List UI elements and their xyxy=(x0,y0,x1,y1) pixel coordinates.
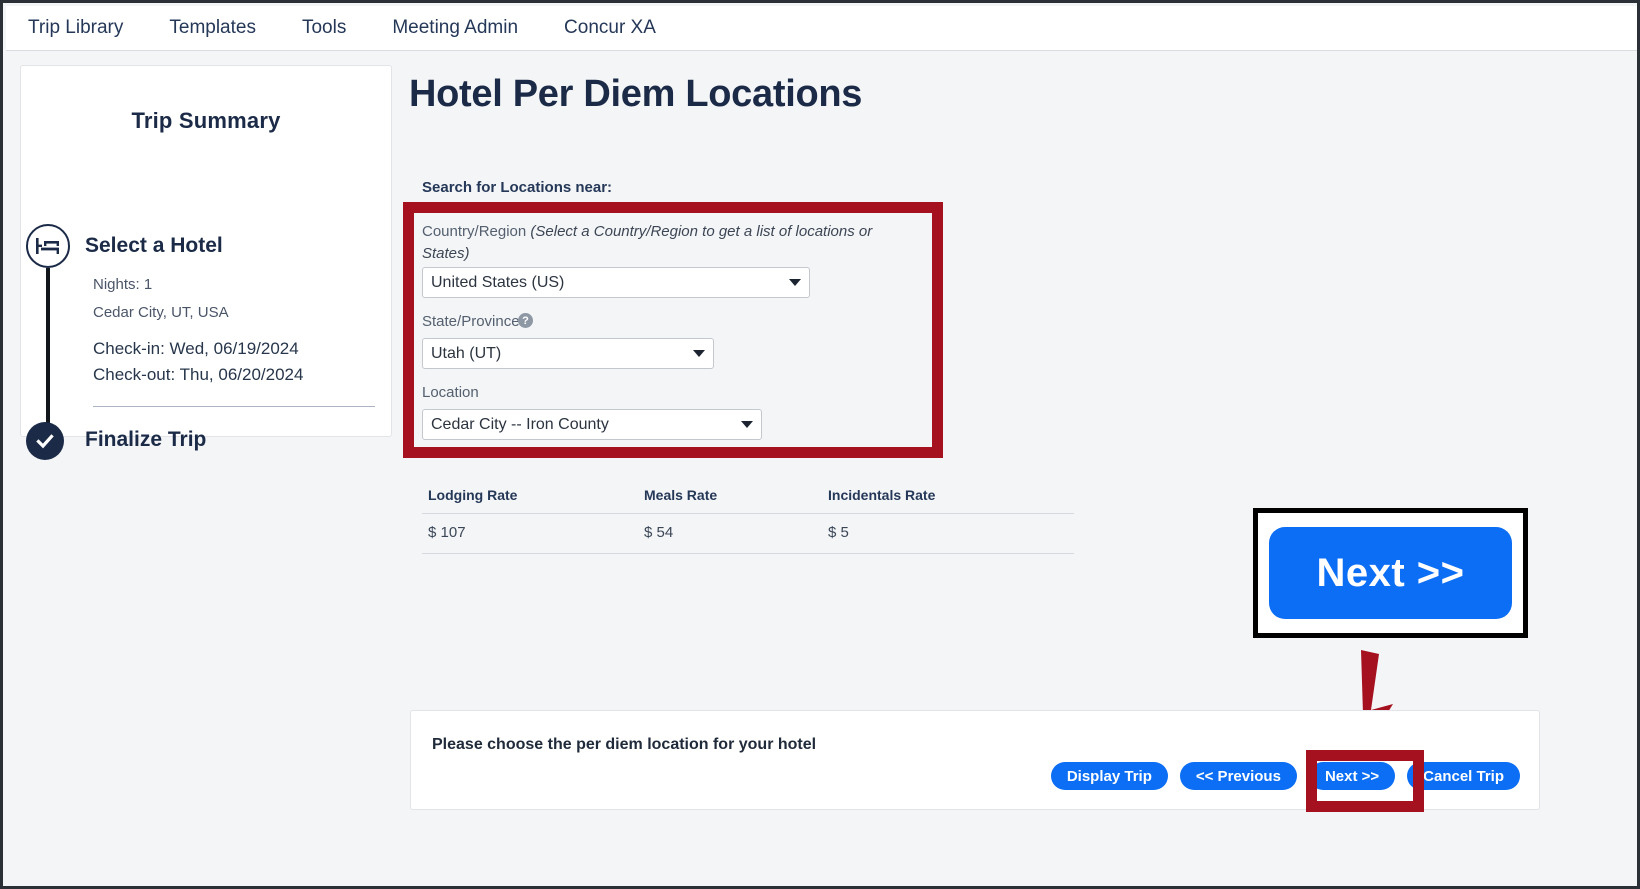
table-row: $ 107 $ 54 $ 5 xyxy=(422,513,1074,554)
nav-item-tools[interactable]: Tools xyxy=(302,17,346,39)
cancel-trip-button[interactable]: Cancel Trip xyxy=(1407,762,1520,790)
action-button-row: Display Trip << Previous Next >> Cancel … xyxy=(1050,762,1520,790)
bottom-action-panel: Please choose the per diem location for … xyxy=(410,710,1540,810)
location-select[interactable]: Cedar City -- Iron County xyxy=(422,409,762,440)
state-province-select[interactable]: Utah (UT) xyxy=(422,338,714,369)
table-header-row: Lodging Rate Meals Rate Incidentals Rate xyxy=(422,481,1074,514)
nav-item-trip-library[interactable]: Trip Library xyxy=(28,17,123,39)
country-region-select[interactable]: United States (US) xyxy=(422,267,810,298)
check-circle-icon xyxy=(26,422,64,460)
per-diem-rates-table: Lodging Rate Meals Rate Incidentals Rate… xyxy=(422,481,1074,554)
column-header-meals-rate: Meals Rate xyxy=(638,481,822,514)
sidebar-divider xyxy=(93,406,375,407)
detail-check-out: Check-out: Thu, 06/20/2024 xyxy=(93,365,304,384)
trip-summary-panel: Trip Summary Select a Hotel Finalize Tri… xyxy=(20,65,392,460)
callout-next-button[interactable]: Next >> xyxy=(1269,527,1512,619)
step-connector-line xyxy=(46,268,50,424)
search-section-label: Search for Locations near: xyxy=(422,179,613,196)
column-header-incidentals-rate: Incidentals Rate xyxy=(822,481,1074,514)
detail-check-in: Check-in: Wed, 06/19/2024 xyxy=(93,339,299,358)
checkmark-glyph xyxy=(36,434,54,449)
trip-summary-title: Trip Summary xyxy=(131,108,281,133)
hotel-bed-icon xyxy=(26,224,70,268)
state-province-label: State/Province xyxy=(422,313,520,330)
detail-nights: Nights: 1 xyxy=(93,276,153,293)
nav-item-templates[interactable]: Templates xyxy=(169,17,256,39)
detail-city: Cedar City, UT, USA xyxy=(93,304,229,321)
country-region-label-text: Country/Region xyxy=(422,223,531,240)
step-label-finalize-trip[interactable]: Finalize Trip xyxy=(85,428,206,452)
step-label-select-a-hotel[interactable]: Select a Hotel xyxy=(85,234,223,258)
hotel-bed-glyph xyxy=(36,238,59,254)
next-button[interactable]: Next >> xyxy=(1308,762,1396,790)
country-region-label: Country/Region (Select a Country/Region … xyxy=(422,221,882,265)
nav-item-concur-xa[interactable]: Concur XA xyxy=(564,17,656,39)
status-message: Please choose the per diem location for … xyxy=(432,736,817,753)
page-title: Hotel Per Diem Locations xyxy=(409,73,863,115)
next-button-zoom-callout: Next >> xyxy=(1253,508,1528,638)
top-navigation-bar: Trip Library Templates Tools Meeting Adm… xyxy=(6,6,1637,51)
previous-button[interactable]: << Previous xyxy=(1179,762,1297,790)
help-question-icon[interactable]: ? xyxy=(518,313,533,328)
cell-lodging-rate: $ 107 xyxy=(422,513,638,554)
display-trip-button[interactable]: Display Trip xyxy=(1050,762,1168,790)
location-label: Location xyxy=(422,384,479,401)
cell-incidentals-rate: $ 5 xyxy=(822,513,1074,554)
column-header-lodging-rate: Lodging Rate xyxy=(422,481,638,514)
app-window: Trip Library Templates Tools Meeting Adm… xyxy=(0,0,1640,889)
cell-meals-rate: $ 54 xyxy=(638,513,822,554)
nav-item-meeting-admin[interactable]: Meeting Admin xyxy=(392,17,518,39)
